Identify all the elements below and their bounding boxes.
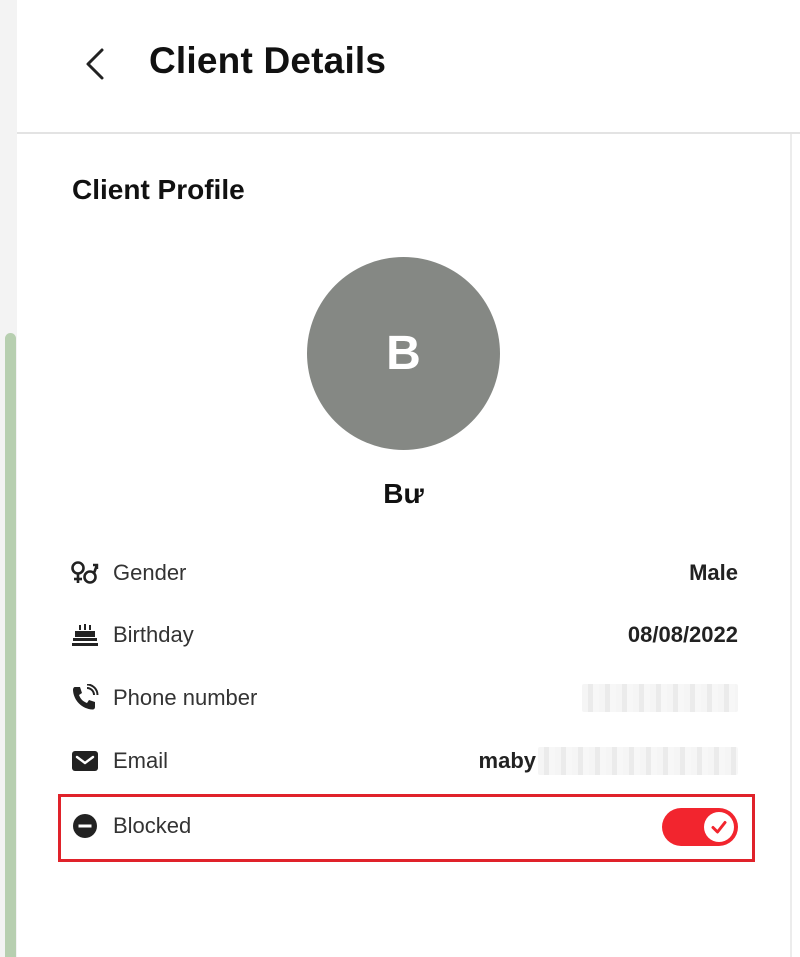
redacted-phone [582, 684, 738, 713]
redacted-email [538, 747, 738, 775]
email-row: Email maby [70, 741, 738, 781]
gender-icon [70, 558, 100, 588]
avatar-initial: B [386, 327, 421, 380]
client-name: Bư [383, 478, 424, 509]
mail-icon [70, 746, 100, 776]
phone-icon [70, 683, 100, 713]
birthday-label: Birthday [113, 622, 194, 647]
divider [790, 134, 792, 957]
section-title: Client Profile [72, 174, 245, 205]
client-details-screen: Client Details Client Profile B Bư Gende… [0, 0, 800, 957]
back-button[interactable] [75, 44, 115, 84]
scrollbar[interactable] [5, 333, 16, 957]
birthday-value: 08/08/2022 [627, 622, 738, 647]
page-title: Client Details [149, 40, 387, 81]
gender-label: Gender [113, 560, 187, 585]
blocked-label: Blocked [113, 813, 192, 838]
check-icon [711, 821, 727, 834]
phone-value [582, 684, 738, 713]
gender-row: Gender Male [70, 553, 738, 593]
phone-row: Phone number [70, 678, 738, 718]
gender-value: Male [689, 560, 738, 585]
blocked-row: Blocked [70, 806, 738, 846]
email-label: Email [113, 748, 169, 773]
cake-icon [70, 620, 100, 650]
chevron-left-icon [86, 48, 104, 80]
birthday-row: Birthday 08/08/2022 [70, 615, 738, 655]
email-value: maby [479, 747, 738, 775]
minus-circle-icon [70, 811, 100, 841]
blocked-toggle[interactable] [662, 808, 738, 846]
header: Client Details [17, 0, 800, 134]
toggle-knob [704, 812, 734, 842]
phone-label: Phone number [113, 685, 258, 710]
email-prefix: maby [478, 748, 536, 773]
avatar: B [307, 257, 500, 450]
